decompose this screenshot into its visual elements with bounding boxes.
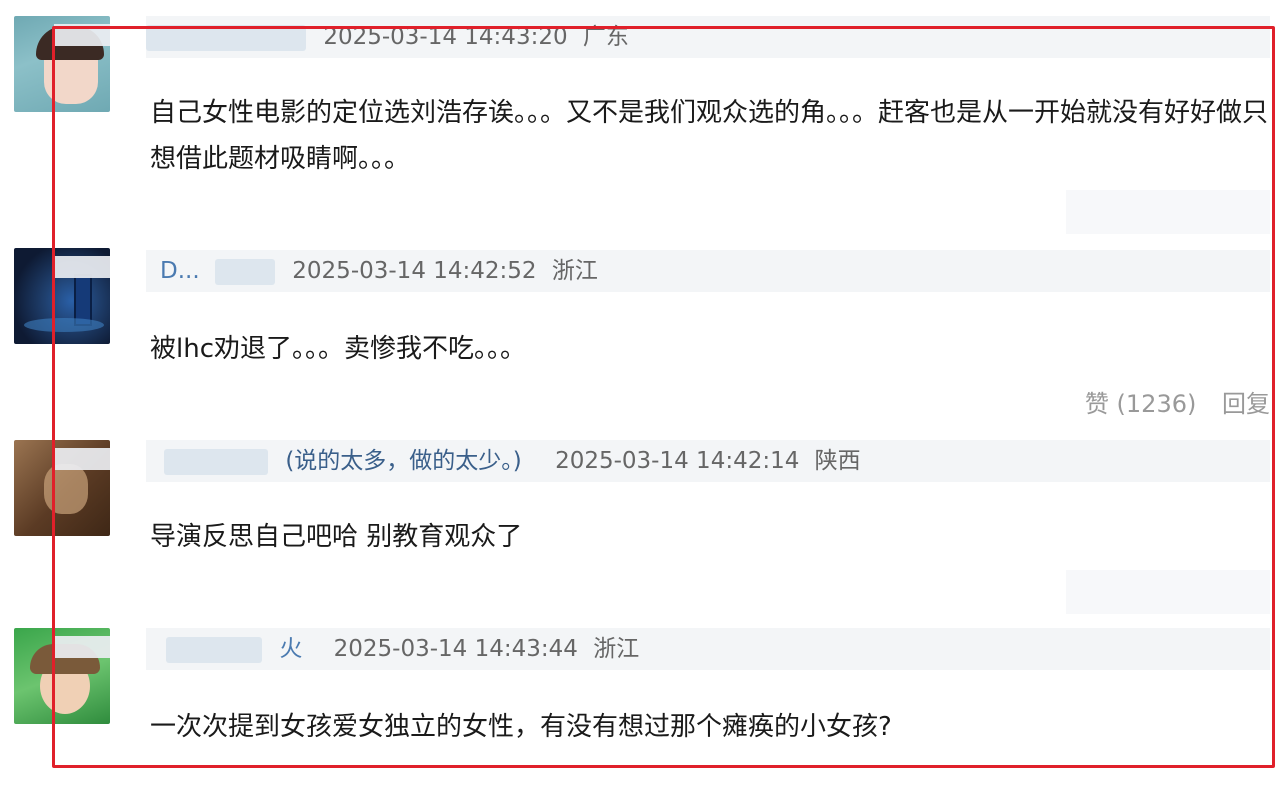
comment-time: 2025-03-14 14:43:20 <box>323 24 568 50</box>
blurred-actions <box>1066 570 1270 614</box>
avatar[interactable] <box>14 628 110 724</box>
username-partial[interactable]: 火 <box>279 636 302 662</box>
user-signature: (说的太多，做的太少。) <box>285 448 522 474</box>
comment-text: 被lhc劝退了。。。卖惨我不吃。。。 <box>150 334 526 364</box>
blurred-actions <box>1066 190 1270 234</box>
comment-text: 自己女性电影的定位选刘浩存诶。。。又不是我们观众选的角。。。赶客也是从一开始就没… <box>150 98 1269 174</box>
blur-mask <box>54 24 110 46</box>
comment-time: 2025-03-14 14:42:52 <box>292 258 537 284</box>
username-blurred[interactable] <box>146 24 306 51</box>
reply-button[interactable]: 回复 <box>1222 390 1270 418</box>
comment-location: 陕西 <box>814 448 861 474</box>
username-blurred[interactable] <box>164 448 268 475</box>
comment-item: 2025-03-14 14:43:20 广东 自己女性电影的定位选刘浩存诶。。。… <box>0 0 1284 240</box>
comment-item: 火 2025-03-14 14:43:44 浙江 一次次提到女孩爱女独立的女性，… <box>0 620 1284 810</box>
comment-text: 一次次提到女孩爱女独立的女性，有没有想过那个瘫痪的小女孩? <box>150 712 892 742</box>
blur-mask <box>54 256 110 278</box>
comment-meta: (说的太多，做的太少。) 2025-03-14 14:42:14 陕西 <box>146 440 1270 482</box>
comment-location: 广东 <box>582 24 629 50</box>
comment-meta: 2025-03-14 14:43:20 广东 <box>146 16 1270 58</box>
comment-meta: D... 2025-03-14 14:42:52 浙江 <box>146 250 1270 292</box>
blur-mask <box>54 636 110 658</box>
avatar[interactable] <box>14 440 110 536</box>
avatar[interactable] <box>14 248 110 344</box>
username-blurred[interactable] <box>214 258 275 285</box>
comment-actions: 赞 (1236) 回复 <box>1067 384 1270 419</box>
comment-time: 2025-03-14 14:42:14 <box>555 448 800 474</box>
comment-text: 导演反思自己吧哈 别教育观众了 <box>150 522 523 552</box>
comment-location: 浙江 <box>593 636 640 662</box>
comment-item: (说的太多，做的太少。) 2025-03-14 14:42:14 陕西 导演反思… <box>0 430 1284 620</box>
avatar[interactable] <box>14 16 110 112</box>
like-button[interactable]: 赞 (1236) <box>1085 390 1196 418</box>
comment-meta: 火 2025-03-14 14:43:44 浙江 <box>146 628 1270 670</box>
blur-mask <box>54 448 110 470</box>
comment-location: 浙江 <box>551 258 598 284</box>
comment-item: D... 2025-03-14 14:42:52 浙江 被lhc劝退了。。。卖惨… <box>0 240 1284 430</box>
username-partial[interactable]: D... <box>160 258 200 284</box>
username-blurred[interactable] <box>166 636 262 663</box>
comment-time: 2025-03-14 14:43:44 <box>333 636 578 662</box>
